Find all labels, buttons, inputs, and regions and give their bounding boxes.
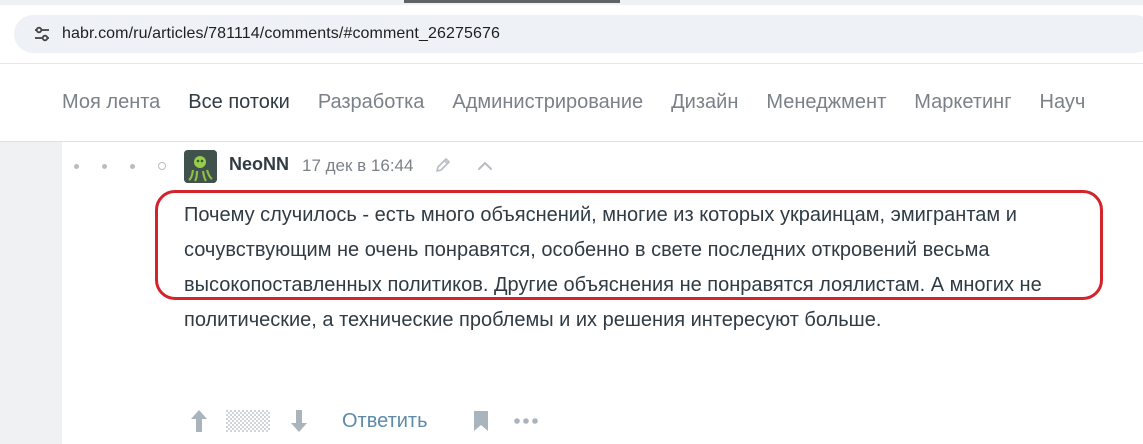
- omnibox[interactable]: habr.com/ru/articles/781114/comments/#co…: [14, 15, 1143, 53]
- nav-flows: Моя лента Все потоки Разработка Админист…: [62, 64, 1113, 141]
- nav-item-marketing[interactable]: Маркетинг: [914, 91, 1011, 114]
- comment-card: NeoNN 17 дек в 16:44 Почему случилось - …: [62, 142, 1143, 444]
- active-tab-indicator: [404, 0, 620, 3]
- tune-icon[interactable]: [28, 20, 56, 48]
- more-options-icon[interactable]: [512, 410, 540, 432]
- nav-item-development[interactable]: Разработка: [318, 91, 425, 114]
- depth-dot: [74, 163, 79, 169]
- url-text[interactable]: habr.com/ru/articles/781114/comments/#co…: [62, 15, 500, 53]
- bookmark-icon[interactable]: [470, 408, 492, 434]
- reply-button[interactable]: Ответить: [342, 406, 428, 436]
- nav-item-science[interactable]: Науч: [1040, 91, 1086, 114]
- pencil-icon[interactable]: [434, 156, 452, 174]
- hidden-score-icon: [226, 410, 270, 432]
- browser-address-bar: habr.com/ru/articles/781114/comments/#co…: [0, 5, 1143, 64]
- chevron-up-icon[interactable]: [476, 157, 494, 175]
- depth-dot: [130, 163, 135, 169]
- depth-dot: [102, 163, 107, 169]
- habr-navbar: Моя лента Все потоки Разработка Админист…: [0, 64, 1143, 142]
- avatar[interactable]: [184, 150, 217, 183]
- arrow-down-icon[interactable]: [288, 408, 310, 434]
- nav-item-design[interactable]: Дизайн: [671, 91, 738, 114]
- thread-depth-indicator: [74, 162, 189, 170]
- nav-item-administration[interactable]: Администрирование: [452, 91, 643, 114]
- arrow-up-icon[interactable]: [188, 408, 210, 434]
- comment-timestamp[interactable]: 17 дек в 16:44: [302, 156, 413, 176]
- nav-item-management[interactable]: Менеджмент: [766, 91, 886, 114]
- comment-author[interactable]: NeoNN: [229, 154, 289, 175]
- depth-dot-current: [158, 162, 166, 170]
- nav-item-my-feed[interactable]: Моя лента: [62, 91, 160, 114]
- comment-body: Почему случилось - есть много объяснений…: [184, 204, 1042, 331]
- nav-item-all-flows[interactable]: Все потоки: [188, 91, 290, 114]
